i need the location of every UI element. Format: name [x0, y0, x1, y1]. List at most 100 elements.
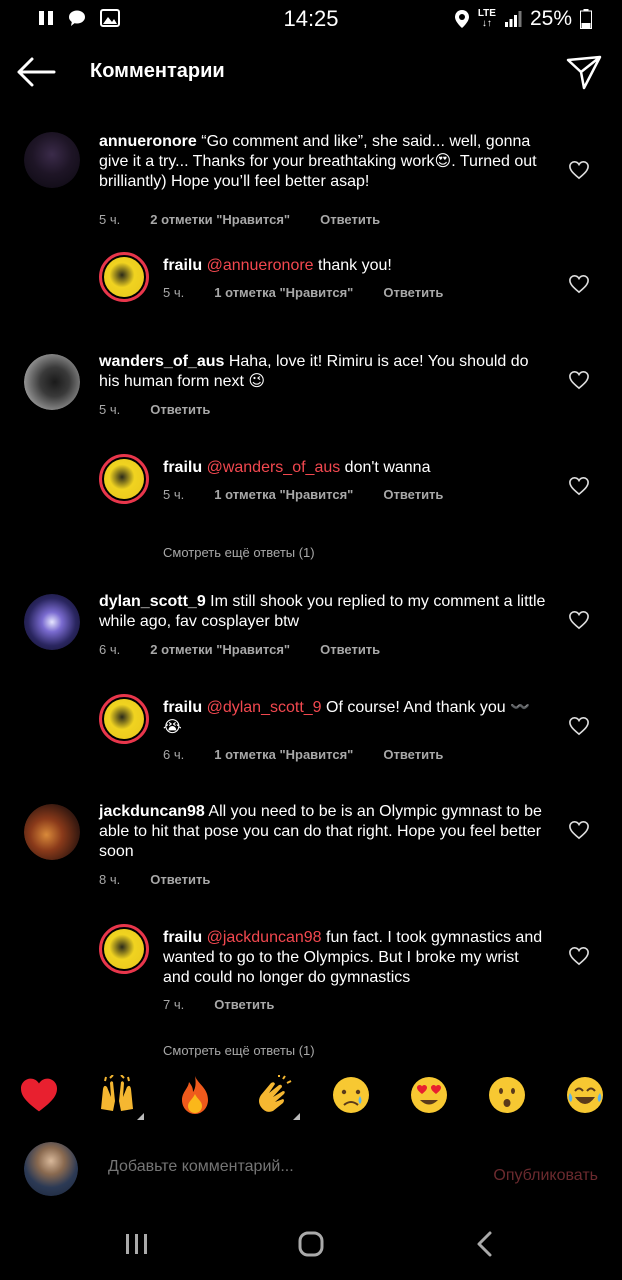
network-type: LTE ↓↑ [477, 8, 496, 29]
comment-text: frailu @dylan_scott_9 Of course! And tha… [163, 698, 553, 738]
emoji-button[interactable] [96, 1074, 144, 1120]
comment-meta: 5 ч. 1 отметка "Нравится" Ответить [163, 285, 473, 300]
comment-body: thank you! [313, 257, 392, 274]
emoji-button[interactable] [252, 1074, 300, 1120]
my-avatar [24, 1142, 78, 1196]
avatar[interactable] [24, 132, 80, 188]
mention-link[interactable]: @jackduncan98 [207, 929, 322, 946]
comment-username[interactable]: jackduncan98 [99, 803, 205, 820]
comment-username[interactable]: frailu [163, 459, 202, 476]
reply-button[interactable]: Ответить [150, 872, 210, 887]
page-title: Комментарии [90, 60, 225, 82]
likes-count[interactable]: 1 отметка "Нравится" [214, 285, 353, 300]
publish-button[interactable]: Опубликовать [493, 1167, 598, 1185]
comment-text: wanders_of_aus Haha, love it! Rimiru is … [99, 352, 547, 392]
comments-list[interactable]: annueronore “Go comment and like”, she s… [0, 120, 622, 1065]
heart-icon[interactable] [568, 274, 590, 294]
crying-face-icon [333, 1077, 369, 1113]
home-icon[interactable] [297, 1230, 325, 1258]
emoji-button[interactable] [174, 1074, 216, 1116]
emoji-button[interactable] [486, 1074, 528, 1116]
heart-icon[interactable] [568, 716, 590, 736]
back-nav-icon[interactable] [474, 1230, 496, 1258]
comment-meta: 5 ч. 2 отметки "Нравится" Ответить [99, 212, 410, 227]
avatar[interactable] [24, 804, 80, 860]
reply-button[interactable]: Ответить [383, 487, 443, 502]
heart-icon[interactable] [568, 370, 590, 390]
mention-link[interactable]: @annueronore [207, 257, 314, 274]
reply-button[interactable]: Ответить [150, 402, 210, 417]
send-icon[interactable] [564, 52, 604, 92]
comment-text: frailu @jackduncan98 fun fact. I took gy… [163, 928, 548, 988]
quick-emoji-bar [0, 1070, 622, 1122]
comment-username[interactable]: dylan_scott_9 [99, 593, 206, 610]
comment-time: 5 ч. [163, 487, 185, 502]
variant-indicator [293, 1113, 300, 1120]
comment-text: frailu @annueronore thank you! [163, 256, 563, 276]
heart-eyes-face-icon [411, 1077, 447, 1113]
reply-button[interactable]: Ответить [383, 747, 443, 762]
view-more-replies[interactable]: Смотреть ещё ответы (1) [163, 545, 315, 560]
emoji-button[interactable] [330, 1074, 372, 1116]
comment-meta: 8 ч. Ответить [99, 872, 240, 887]
back-arrow-icon[interactable] [14, 54, 58, 90]
top-app-bar: Комментарии [0, 40, 622, 106]
avatar[interactable] [24, 594, 80, 650]
comment-text: annueronore “Go comment and like”, she s… [99, 132, 547, 192]
comment-username[interactable]: wanders_of_aus [99, 353, 224, 370]
raising-hands-icon [101, 1075, 133, 1111]
comment-time: 8 ч. [99, 872, 121, 887]
heart-icon[interactable] [568, 946, 590, 966]
reply-button[interactable]: Ответить [383, 285, 443, 300]
reply-button[interactable]: Ответить [320, 642, 380, 657]
comment-input-row: Опубликовать [0, 1136, 622, 1206]
variant-indicator [137, 1113, 144, 1120]
heart-icon[interactable] [568, 820, 590, 840]
heart-icon[interactable] [568, 476, 590, 496]
comment-username[interactable]: frailu [163, 257, 202, 274]
likes-count[interactable]: 2 отметки "Нравится" [150, 642, 290, 657]
comment-time: 7 ч. [163, 997, 185, 1012]
emoji-button[interactable] [18, 1074, 60, 1116]
comment-username[interactable]: annueronore [99, 133, 197, 150]
comment-time: 5 ч. [163, 285, 185, 300]
likes-count[interactable]: 1 отметка "Нравится" [214, 747, 353, 762]
emoji-button[interactable] [408, 1074, 450, 1116]
reply-button[interactable]: Ответить [320, 212, 380, 227]
likes-count[interactable]: 1 отметка "Нравится" [214, 487, 353, 502]
heart-icon[interactable] [568, 160, 590, 180]
comment-meta: 7 ч. Ответить [163, 997, 304, 1012]
comment-meta: 5 ч. Ответить [99, 402, 240, 417]
battery-icon [580, 9, 592, 29]
view-more-replies[interactable]: Смотреть ещё ответы (1) [163, 1043, 315, 1058]
signal-icon [504, 11, 522, 27]
comment-time: 6 ч. [99, 642, 121, 657]
comment-meta: 6 ч. 2 отметки "Нравится" Ответить [99, 642, 410, 657]
heart-icon[interactable] [568, 610, 590, 630]
avatar[interactable] [99, 924, 149, 974]
clapping-hands-icon [259, 1075, 292, 1112]
comment-text: frailu @wanders_of_aus don't wanna [163, 458, 563, 478]
comment-meta: 6 ч. 1 отметка "Нравится" Ответить [163, 747, 473, 762]
avatar[interactable] [24, 354, 80, 410]
comment-meta: 5 ч. 1 отметка "Нравится" Ответить [163, 487, 473, 502]
comment-text: jackduncan98 All you need to be is an Ol… [99, 802, 547, 862]
comment-username[interactable]: frailu [163, 929, 202, 946]
red-heart-icon [21, 1078, 57, 1112]
comment-input[interactable] [108, 1158, 468, 1176]
comment-username[interactable]: frailu [163, 699, 202, 716]
system-nav-bar [0, 1212, 622, 1280]
recent-apps-icon[interactable] [124, 1232, 150, 1256]
avatar[interactable] [99, 694, 149, 744]
mention-link[interactable]: @wanders_of_aus [207, 459, 341, 476]
mention-link[interactable]: @dylan_scott_9 [207, 699, 322, 716]
avatar[interactable] [99, 454, 149, 504]
fire-icon [182, 1076, 208, 1114]
likes-count[interactable]: 2 отметки "Нравится" [150, 212, 290, 227]
surprised-face-icon [489, 1077, 525, 1113]
status-bar: 14:25 LTE ↓↑ 25% [0, 0, 622, 38]
emoji-button[interactable] [564, 1074, 606, 1116]
reply-button[interactable]: Ответить [214, 997, 274, 1012]
location-icon [454, 10, 469, 28]
avatar[interactable] [99, 252, 149, 302]
